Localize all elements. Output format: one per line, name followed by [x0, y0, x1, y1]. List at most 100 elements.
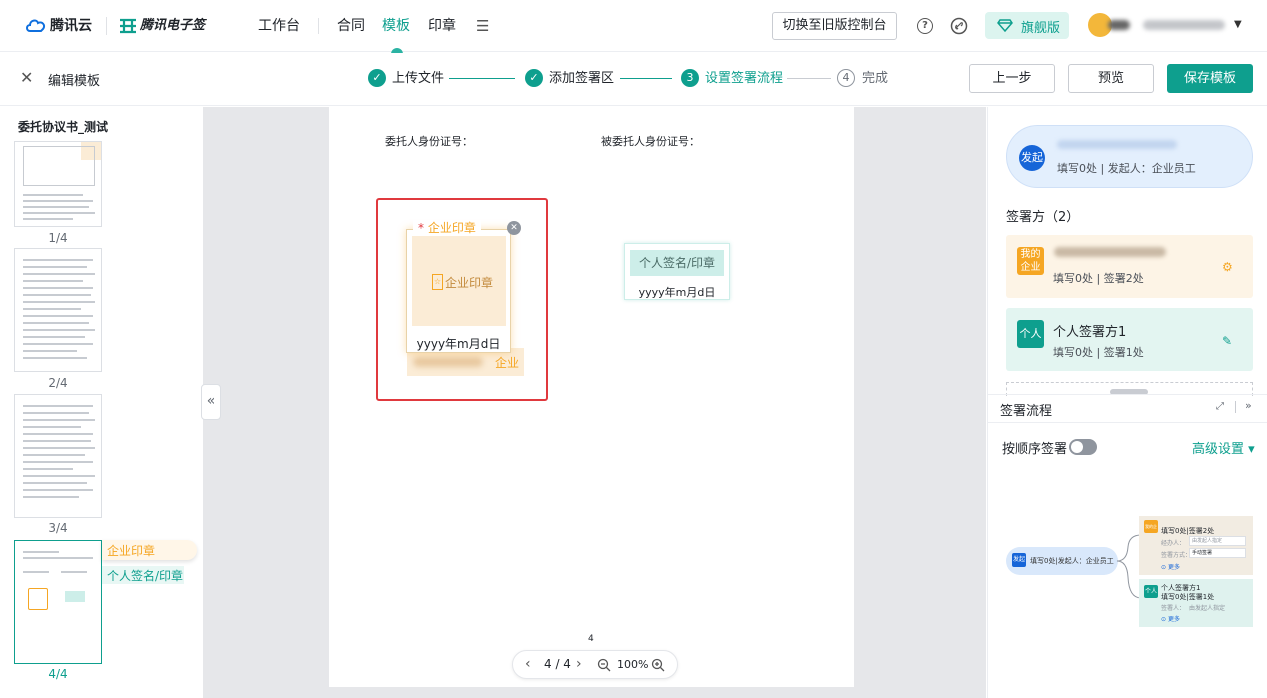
page-number-1: 1/4 [48, 231, 68, 245]
thumbnail-seal-marker [28, 588, 48, 610]
personal-signature-field[interactable]: 个人签名/印章 yyyy年m月d日 [624, 243, 730, 300]
nav-template[interactable]: 模板 [382, 16, 410, 36]
page-thumbnail-4-selected[interactable] [14, 540, 102, 664]
remove-field-icon[interactable]: ✕ [507, 221, 521, 235]
mini-personal-signer-label: 签署人： [1161, 605, 1186, 612]
thumbnail-sign-marker [65, 591, 85, 602]
enterprise-seal-field[interactable]: ☆ 企业印章 yyyy年m月d日 [406, 229, 511, 353]
account-name-blurred [1108, 20, 1130, 30]
tencent-cloud-logo-icon [26, 19, 46, 32]
editor-title: 编辑模板 [48, 74, 101, 89]
flow-divider [988, 422, 1267, 423]
editor-step-bar: ✕ 编辑模板 ✓ 上传文件 ✓ 添加签署区 3 设置签署流程 4 完成 上一步 … [0, 53, 1267, 106]
flow-divider [988, 394, 1267, 395]
mini-personal-node: 个人 个人签署方1 填写0处|签署1处 签署人： 由发起人指定 ⊙ 更多 [1139, 579, 1253, 627]
document-page: 委托人身份证号： 被委托人身份证号： 企业 ☆ 企业印章 yyyy年m月d日 *… [329, 107, 854, 687]
page-thumbnail-2[interactable] [14, 248, 102, 372]
step-3-label: 设置签署流程 [705, 71, 784, 86]
mini-personal-more: ⊙ 更多 [1161, 616, 1180, 623]
mini-personal-signer-value: 由发起人指定 [1189, 605, 1226, 612]
help-icon[interactable]: ? [917, 18, 933, 34]
brand-divider [106, 17, 107, 35]
advanced-settings-link[interactable]: 高级设置 ▾ [1192, 438, 1255, 457]
document-title: 委托协议书_测试 [18, 120, 109, 134]
mini-company-person-value: 由发起人指定 [1189, 536, 1246, 546]
mini-personal-more-label: 更多 [1167, 616, 1180, 623]
close-icon[interactable]: ✕ [20, 69, 33, 87]
previous-step-button[interactable]: 上一步 [969, 64, 1055, 93]
tag-label: 个人签名/印章 [107, 569, 184, 583]
initiator-badge: 发起 [1019, 145, 1045, 171]
nav-contract[interactable]: 合同 [337, 16, 365, 36]
mini-company-node: 我的企业 填写0处|签署2处 经办人： 由发起人指定 签署方式： 手动签署 ⊙ … [1139, 516, 1253, 575]
mini-company-person-label: 经办人： [1161, 540, 1186, 547]
top-navigation-bar: 腾讯云 腾讯电子签 工作台 合同 模板 印章 ☰ 切换至旧版控制台 ? 旗舰版 … [0, 0, 1267, 54]
step-3-current-icon: 3 [681, 69, 699, 87]
sequential-sign-toggle[interactable] [1069, 439, 1097, 455]
mini-initiator-text: 填写0处|发起人：企业员工 [1030, 557, 1114, 565]
nav-workbench[interactable]: 工作台 [258, 16, 300, 36]
thumbnail-tag-enterprise-seal[interactable]: 企业印章 [102, 540, 197, 560]
link-icon[interactable] [950, 17, 968, 35]
seal-placeholder-text: 企业印章 [445, 276, 494, 290]
edition-badge-label: 旗舰版 [1021, 21, 1061, 36]
account-org-blurred [1143, 20, 1225, 30]
zoom-out-icon[interactable] [597, 658, 611, 672]
page-thumbnail-1[interactable] [14, 141, 102, 227]
page-indicator: 4 / 4 [544, 657, 571, 671]
sequential-sign-label: 按顺序签署 [1002, 442, 1068, 457]
edit-icon[interactable]: ✎ [1222, 334, 1232, 348]
agent-id-label: 被委托人身份证号： [601, 135, 700, 148]
mini-personal-info: 填写0处|签署1处 [1161, 593, 1215, 601]
step-4-label: 完成 [862, 71, 889, 86]
brand-cloud-name: 腾讯云 [50, 18, 92, 34]
client-id-label: 委托人身份证号： [385, 135, 473, 148]
fullscreen-icon[interactable]: ⤢ [1216, 399, 1224, 415]
personal-signer-name: 个人签署方1 [1053, 325, 1127, 340]
initiator-card[interactable]: 发起 填写0处 | 发起人：企业员工 [1006, 125, 1253, 188]
personal-signer-info: 填写0处 | 签署1处 [1053, 346, 1144, 359]
page-navigation-bar: ‹ 4 / 4 › 100% [512, 650, 678, 679]
account-dropdown-icon[interactable]: ▼ [1234, 19, 1242, 30]
initiator-info: 填写0处 | 发起人：企业员工 [1057, 162, 1196, 175]
thumbnail-table [23, 146, 95, 186]
tag-label: 企业印章 [107, 544, 156, 558]
mini-personal-badge: 个人 [1144, 585, 1158, 598]
prev-page-icon[interactable]: ‹ [525, 656, 531, 672]
flow-title: 签署流程 [1000, 404, 1053, 419]
page-thumbnail-panel: 委托协议书_测试 1/4 2/4 3/4 4/4 企业印章 个人签名/印章 [0, 107, 203, 698]
esign-logo-icon [120, 18, 136, 34]
signer-card-personal[interactable]: 个人 个人签署方1 填写0处 | 签署1处 ✎ [1006, 308, 1253, 371]
seal-placeholder: ☆ 企业印章 [412, 236, 506, 326]
step-connector [620, 78, 672, 79]
page-thumbnail-3[interactable] [14, 394, 102, 518]
preview-button[interactable]: 预览 [1068, 64, 1154, 93]
signer-card-company[interactable]: 我的 企业 填写0处 | 签署2处 ⚙ [1006, 235, 1253, 298]
save-template-button[interactable]: 保存模板 [1167, 64, 1253, 93]
nav-divider [318, 18, 319, 34]
settings-gear-icon[interactable]: ⚙ [1222, 260, 1233, 274]
step-1-done-icon: ✓ [368, 69, 386, 87]
seal-date-text: yyyy年m月d日 [416, 337, 501, 351]
nav-seal[interactable]: 印章 [428, 16, 456, 36]
collapse-thumbnails-icon[interactable]: « [201, 384, 221, 420]
mini-company-method-label: 签署方式： [1161, 552, 1192, 559]
edition-badge[interactable]: 旗舰版 [985, 12, 1069, 39]
company-badge-line2: 企业 [1020, 262, 1041, 273]
signing-settings-panel: 发起 填写0处 | 发起人：企业员工 签署方（2） 我的 企业 填写0处 | 签… [987, 107, 1267, 698]
step-connector [449, 78, 515, 79]
collapse-panel-icon[interactable]: » [1245, 399, 1252, 412]
switch-legacy-console-button[interactable]: 切换至旧版控制台 [772, 12, 897, 40]
company-badge-line1: 我的 [1020, 249, 1041, 260]
personal-sign-date: yyyy年m月d日 [638, 286, 716, 299]
more-menu-icon[interactable]: ☰ [476, 18, 491, 34]
page-number-4: 4/4 [48, 667, 68, 681]
mini-flow-connector [1117, 534, 1141, 599]
next-page-icon[interactable]: › [576, 656, 582, 672]
mini-company-badge: 我的企业 [1144, 520, 1158, 533]
zoom-in-icon[interactable] [651, 658, 665, 672]
thumbnail-tag-personal-sign[interactable]: 个人签名/印章 [102, 566, 184, 584]
personal-sign-placeholder: 个人签名/印章 [630, 250, 724, 276]
seal-field-caption-text: 企业印章 [427, 221, 476, 235]
diamond-icon [997, 19, 1013, 32]
